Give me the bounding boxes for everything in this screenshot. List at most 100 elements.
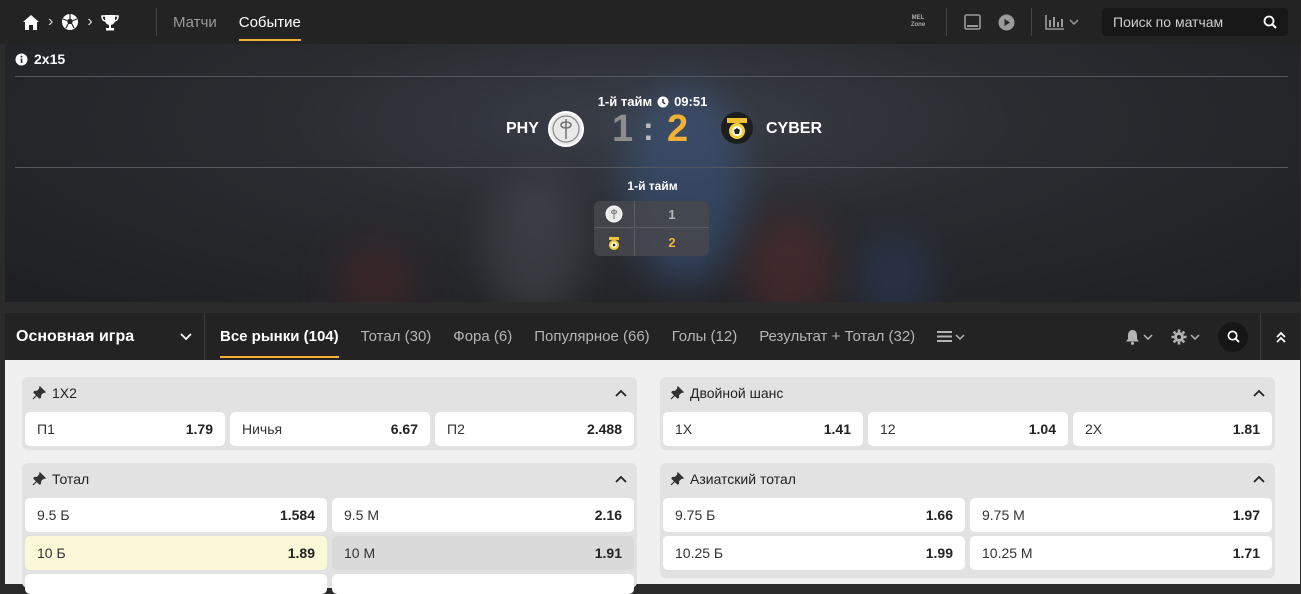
more-tabs-dropdown[interactable] [937,330,965,343]
odd-button[interactable]: 10.25 М 1.71 [970,536,1272,570]
odd-button[interactable]: П2 2.488 [435,412,634,446]
pin-icon[interactable] [670,386,684,400]
odd-button[interactable]: 1X 1.41 [663,412,863,446]
period-score-table: 1 2 [594,200,709,256]
odd-button[interactable]: 10.25 Б 1.99 [663,536,965,570]
odd-button[interactable]: 9.75 М 1.97 [970,498,1272,532]
odd-label: 12 [880,421,896,437]
market-title: Азиатский тотал [690,471,796,487]
period-away-score: 2 [634,229,709,256]
tracker-icon[interactable] [955,14,989,30]
market-header[interactable]: Двойной шанс [660,377,1275,409]
chevron-up-icon[interactable] [615,475,627,483]
odd-button[interactable]: Ничья 6.67 [230,412,430,446]
odd-button-highlighted[interactable]: 10 Б 1.89 [25,536,327,570]
odd-value: 2.16 [594,507,622,523]
market-total: Тотал 9.5 Б 1.584 9.5 М 2.16 10 Б 1.89 10 М… [22,463,637,594]
settings-dropdown[interactable] [1171,329,1200,345]
market-header[interactable]: 1X2 [22,377,637,409]
away-team-name[interactable]: CYBER [766,120,822,138]
zone-label: Zone [910,22,926,28]
odd-button[interactable]: 12 1.04 [868,412,1068,446]
collapse-all-button[interactable] [1260,313,1300,360]
pin-icon[interactable] [32,472,46,486]
market-header[interactable]: Тотал [22,463,637,495]
statistics-dropdown[interactable] [1040,14,1084,30]
odd-value: 1.66 [925,507,953,523]
home-team-name[interactable]: PHY [506,120,539,138]
soccer-ball-icon[interactable] [61,13,79,31]
trophy-icon[interactable] [100,14,119,31]
search-icon[interactable] [1263,15,1277,29]
market-asian-total: Азиатский тотал 9.75 Б 1.66 9.75 М 1.97 10… [660,463,1275,578]
match-format: 2x15 [15,51,65,67]
home-team-logo [548,111,584,147]
odd-label: 9.5 Б [37,507,70,523]
odd-label: 10.25 М [982,545,1033,561]
info-icon[interactable] [15,53,28,66]
chevron-right-icon: › [48,13,54,30]
odd-label: 9.5 М [344,507,380,523]
market-search-button[interactable] [1218,321,1248,352]
odd-button[interactable]: 9.5 М 2.16 [332,498,634,532]
chevron-up-icon[interactable] [1253,475,1265,483]
markets-tools [1125,313,1300,360]
odd-value: 2.488 [586,421,622,437]
odd-button[interactable]: П1 1.79 [25,412,225,446]
home-icon[interactable] [22,14,40,31]
divider [15,167,1288,168]
tab-event[interactable]: Событие [238,0,302,44]
tab-matches[interactable]: Матчи [173,0,217,44]
odd-button[interactable] [25,574,327,594]
chevron-down-icon [1143,333,1153,340]
home-team-logo [594,205,634,223]
top-tools: MEL Zone [898,0,1301,44]
search-input[interactable] [1113,14,1263,30]
match-clock: 09:51 [674,94,708,109]
pin-icon[interactable] [670,472,684,486]
odd-button[interactable]: 9.75 Б 1.66 [663,498,965,532]
background-figure [855,234,935,302]
gear-icon [1171,329,1187,344]
period-row-away: 2 [594,229,709,256]
odd-value: 1.71 [1232,545,1260,561]
tab-total[interactable]: Тотал (30) [361,313,432,360]
odd-button[interactable] [332,574,634,594]
market-1x2: 1X2 П1 1.79 Ничья 6.67 П2 2.488 [22,377,637,450]
tab-result-total[interactable]: Результат + Тотал (32) [759,313,915,360]
odd-label: П1 [37,421,55,437]
double-chevron-up-icon [1275,331,1286,343]
pin-icon[interactable] [32,386,46,400]
mel-zone-button[interactable]: MEL Zone [898,15,938,29]
format-label: 2x15 [34,51,66,67]
tab-popular[interactable]: Популярное (66) [534,313,649,360]
clock-icon [657,96,669,107]
odd-value: 1.41 [823,421,851,437]
background-figure [335,244,415,302]
odd-button[interactable]: 9.5 Б 1.584 [25,498,327,532]
tab-handicap[interactable]: Фора (6) [453,313,512,360]
period-row-home: 1 [594,200,709,228]
odd-button-hovered[interactable]: 10 М 1.91 [332,536,634,570]
away-team-logo [721,112,753,144]
chevron-up-icon[interactable] [615,389,627,397]
game-type-dropdown[interactable]: Основная игра [5,313,205,360]
breadcrumb: › › [0,13,156,31]
odd-button[interactable]: 2X 1.81 [1073,412,1272,446]
market-header[interactable]: Азиатский тотал [660,463,1275,495]
notifications-dropdown[interactable] [1125,329,1153,345]
odd-value: 1.04 [1028,421,1056,437]
background-figure [745,214,835,302]
odd-value: 6.67 [390,421,418,437]
chevron-up-icon[interactable] [1253,389,1265,397]
tab-goals[interactable]: Голы (12) [672,313,738,360]
chevron-down-icon [955,333,965,340]
play-video-icon[interactable] [989,14,1023,31]
odd-label: Ничья [242,421,283,437]
chevron-down-icon [1069,19,1079,25]
odd-value: 1.81 [1232,421,1260,437]
score-line: PHY 1 : 2 CYBER [5,108,1300,150]
tab-all-markets[interactable]: Все рынки (104) [220,313,339,360]
period-table-title: 1-й тайм [627,179,678,193]
markets-bar: Основная игра Все рынки (104) Тотал (30)… [5,313,1300,360]
